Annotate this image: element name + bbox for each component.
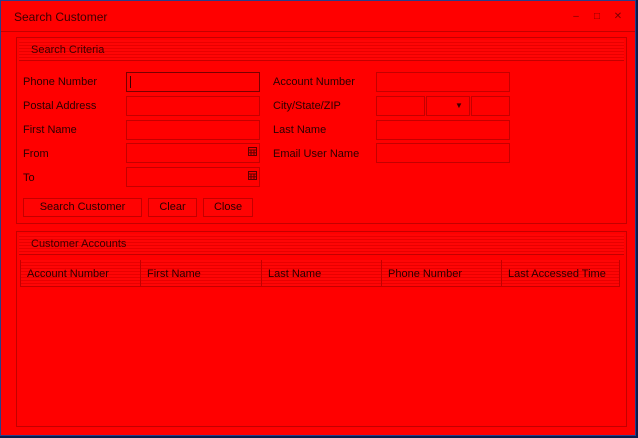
search-customer-window: Search Customer – □ ✕ Search Criteria Ph…	[0, 0, 636, 436]
maximize-button[interactable]: □	[592, 12, 602, 22]
first-name-field[interactable]	[126, 120, 260, 140]
column-header-label: Phone Number	[388, 268, 462, 280]
accounts-grid-header: Account Number First Name Last Name Phon…	[20, 260, 620, 287]
from-date-field[interactable]	[126, 143, 260, 163]
clear-button[interactable]: Clear	[148, 198, 197, 217]
postal-address-field[interactable]	[126, 96, 260, 116]
city-state-zip-label: City/State/ZIP	[273, 100, 341, 112]
title-bar[interactable]: Search Customer – □ ✕	[1, 1, 635, 32]
account-number-label: Account Number	[273, 76, 355, 88]
minimize-button[interactable]: –	[571, 12, 581, 22]
calendar-icon[interactable]	[248, 147, 257, 156]
to-label: To	[23, 172, 35, 184]
column-header-last-name[interactable]: Last Name	[261, 260, 381, 286]
phone-number-field[interactable]	[126, 72, 260, 92]
column-header-label: Last Accessed Time	[508, 268, 606, 280]
zip-field[interactable]	[471, 96, 510, 116]
window-title: Search Customer	[14, 10, 108, 24]
account-number-field[interactable]	[376, 72, 510, 92]
search-criteria-header: Search Criteria	[19, 40, 624, 61]
city-field[interactable]	[376, 96, 425, 116]
column-header-label: Account Number	[27, 268, 109, 280]
to-date-field[interactable]	[126, 167, 260, 187]
text-caret	[130, 76, 131, 88]
last-name-label: Last Name	[273, 124, 327, 136]
column-header-label: Last Name	[268, 268, 322, 280]
email-user-name-field[interactable]	[376, 143, 510, 163]
customer-accounts-header: Customer Accounts	[19, 234, 624, 255]
email-user-name-label: Email User Name	[273, 148, 360, 160]
customer-accounts-title: Customer Accounts	[31, 238, 127, 250]
state-dropdown[interactable]: ▼	[426, 96, 470, 116]
close-button[interactable]: Close	[203, 198, 253, 217]
phone-number-label: Phone Number	[23, 76, 97, 88]
last-name-field[interactable]	[376, 120, 510, 140]
accounts-grid-body[interactable]	[20, 287, 620, 425]
column-header-last-accessed-time[interactable]: Last Accessed Time	[501, 260, 620, 286]
column-header-first-name[interactable]: First Name	[140, 260, 261, 286]
close-window-button[interactable]: ✕	[613, 12, 623, 22]
calendar-icon[interactable]	[248, 171, 257, 180]
search-customer-button[interactable]: Search Customer	[23, 198, 142, 217]
column-header-label: First Name	[147, 268, 201, 280]
first-name-label: First Name	[23, 124, 77, 136]
column-header-account-number[interactable]: Account Number	[20, 260, 140, 286]
chevron-down-icon: ▼	[455, 101, 463, 110]
column-header-phone-number[interactable]: Phone Number	[381, 260, 501, 286]
postal-address-label: Postal Address	[23, 100, 97, 112]
from-label: From	[23, 148, 49, 160]
search-criteria-title: Search Criteria	[31, 44, 105, 56]
